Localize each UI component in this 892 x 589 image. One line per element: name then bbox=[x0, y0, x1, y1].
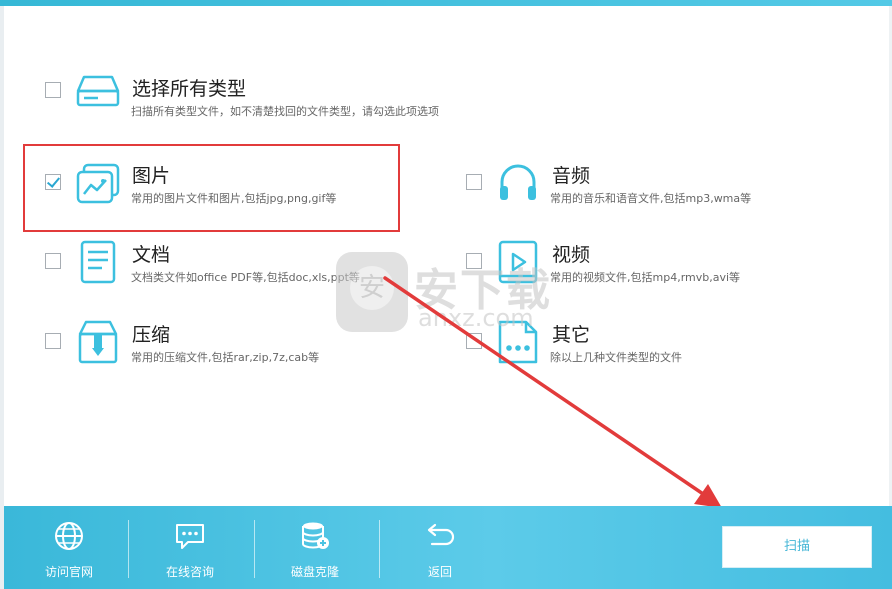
option-desc: 常用的压缩文件,包括rar,zip,7z,cab等 bbox=[131, 351, 320, 364]
nav-back[interactable]: 返回 bbox=[385, 506, 495, 589]
scan-button[interactable]: 扫描 bbox=[722, 526, 872, 568]
nav-label: 在线咨询 bbox=[165, 565, 214, 579]
divider bbox=[254, 520, 255, 578]
watermark-badge-text: 安 bbox=[350, 266, 394, 310]
option-desc: 常用的视频文件,包括mp4,rmvb,avi等 bbox=[550, 271, 741, 284]
option-desc: 除以上几种文件类型的文件 bbox=[550, 351, 682, 364]
watermark-text-en: anxz.com bbox=[418, 304, 534, 332]
nav-visit-website[interactable]: 访问官网 bbox=[14, 506, 124, 589]
checkbox-documents[interactable] bbox=[45, 253, 61, 269]
watermark-logo: 安 安下载 anxz.com bbox=[336, 252, 554, 336]
globe-icon bbox=[55, 522, 83, 550]
option-title: 选择所有类型 bbox=[132, 78, 247, 100]
divider bbox=[379, 520, 380, 578]
disk-clone-icon bbox=[302, 522, 329, 549]
archive-icon bbox=[78, 320, 118, 364]
option-audio[interactable]: 音频 常用的音乐和语音文件,包括mp3,wma等 bbox=[440, 150, 890, 225]
back-arrow-icon bbox=[427, 523, 455, 546]
option-desc: 文档类文件如office PDF等,包括doc,xls,ppt等 bbox=[131, 271, 360, 284]
bottom-toolbar: 访问官网 在线咨询 磁盘克隆 返回 扫描 bbox=[4, 506, 892, 589]
headphones-icon bbox=[500, 164, 536, 200]
option-title: 其它 bbox=[552, 324, 591, 346]
document-icon bbox=[80, 240, 116, 284]
divider bbox=[128, 520, 129, 578]
option-desc: 常用的音乐和语音文件,包括mp3,wma等 bbox=[550, 192, 752, 205]
checkbox-all-types[interactable] bbox=[45, 82, 61, 98]
option-title: 压缩 bbox=[132, 324, 171, 346]
option-title: 文档 bbox=[132, 244, 171, 266]
option-title: 视频 bbox=[552, 244, 591, 266]
highlight-box bbox=[23, 144, 400, 232]
nav-label: 访问官网 bbox=[44, 565, 93, 579]
checkbox-archives[interactable] bbox=[45, 333, 61, 349]
top-accent-bar bbox=[0, 0, 892, 6]
option-desc: 扫描所有类型文件，如不清楚找回的文件类型，请勾选此项选项 bbox=[131, 105, 439, 118]
nav-label: 磁盘克隆 bbox=[290, 565, 339, 579]
checkbox-audio[interactable] bbox=[466, 174, 482, 190]
option-all-types[interactable]: 选择所有类型 扫描所有类型文件，如不清楚找回的文件类型，请勾选此项选项 bbox=[0, 60, 480, 130]
chat-icon bbox=[176, 524, 204, 549]
option-title: 音频 bbox=[552, 165, 591, 187]
nav-online-consult[interactable]: 在线咨询 bbox=[135, 506, 245, 589]
watermark-badge: 安 bbox=[336, 252, 408, 332]
hard-drive-icon bbox=[76, 75, 120, 107]
nav-disk-clone[interactable]: 磁盘克隆 bbox=[260, 506, 370, 589]
nav-label: 返回 bbox=[427, 565, 452, 579]
